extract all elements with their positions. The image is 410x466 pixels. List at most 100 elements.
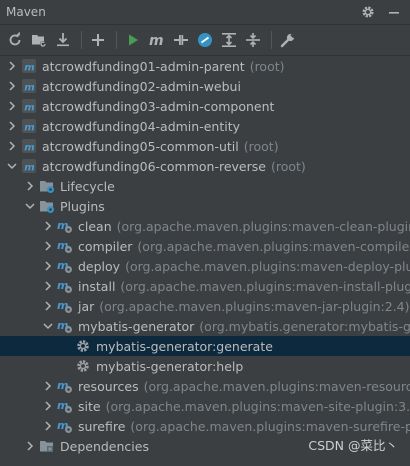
settings-gear-icon[interactable]: [360, 4, 376, 20]
svg-text:m: m: [24, 63, 34, 74]
maven-plugin-icon: m: [57, 318, 73, 334]
svg-text:m: m: [149, 33, 164, 48]
chevron-right-icon[interactable]: [24, 436, 36, 456]
tree-project-row[interactable]: m atcrowdfunding06-common-reverse (root): [0, 156, 410, 176]
maven-plugin-icon: m: [57, 218, 73, 234]
tree-goal-label: mybatis-generator:help: [96, 358, 244, 374]
tree-plugin-label: resources: [78, 378, 139, 394]
toolbar-separator: [81, 31, 82, 49]
tree-plugin-row[interactable]: m resources (org.apache.maven.plugins:ma…: [0, 376, 410, 396]
tree-plugin-row[interactable]: m site (org.apache.maven.plugins:maven-s…: [0, 396, 410, 416]
chevron-right-icon[interactable]: [6, 96, 18, 116]
maven-plugin-icon: m: [57, 418, 73, 434]
svg-text:m: m: [24, 83, 34, 94]
folder-refresh-icon[interactable]: [28, 29, 50, 51]
maven-tool-window: Maven m m atcrowdfunding01-admin-parent …: [0, 0, 410, 466]
chevron-right-icon[interactable]: [6, 136, 18, 156]
goal-gear-icon: [75, 338, 91, 354]
run-icon[interactable]: [122, 29, 144, 51]
tree-plugin-row[interactable]: m install (org.apache.maven.plugins:mave…: [0, 276, 410, 296]
maven-project-icon: m: [21, 118, 37, 134]
tree-project-row[interactable]: m atcrowdfunding01-admin-parent (root): [0, 56, 410, 76]
tree-project-label: atcrowdfunding06-common-reverse: [42, 158, 266, 174]
tree-plugin-row[interactable]: m mybatis-generator (org.mybatis.generat…: [0, 316, 410, 336]
chevron-right-icon[interactable]: [6, 76, 18, 96]
maven-project-icon: m: [21, 138, 37, 154]
minimize-icon[interactable]: [386, 4, 402, 20]
tree-goal-label: mybatis-generator:generate: [96, 338, 273, 354]
chevron-right-icon[interactable]: [42, 376, 54, 396]
chevron-right-icon[interactable]: [42, 416, 54, 436]
tree-plugin-coords: (org.apache.maven.plugins:maven-resource…: [143, 378, 410, 394]
svg-text:m: m: [24, 163, 34, 174]
tree-plugin-coords: (org.mybatis.generator:mybatis-generator…: [199, 318, 410, 334]
chevron-right-icon[interactable]: [42, 396, 54, 416]
tree-goal-row[interactable]: mybatis-generator:generate: [0, 336, 410, 356]
chevron-right-icon[interactable]: [42, 236, 54, 256]
tree-plugin-coords: (org.apache.maven.plugins:maven-clean-pl…: [116, 218, 410, 234]
reload-icon[interactable]: [4, 29, 26, 51]
tree-project-suffix: (root): [243, 138, 279, 154]
chevron-right-icon[interactable]: [6, 116, 18, 136]
svg-text:m: m: [24, 123, 34, 134]
tree-goal-row[interactable]: mybatis-generator:help: [0, 356, 410, 376]
chevron-right-icon[interactable]: [42, 276, 54, 296]
download-icon[interactable]: [52, 29, 74, 51]
tree-project-row[interactable]: m atcrowdfunding03-admin-component: [0, 96, 410, 116]
tree-plugin-label: clean: [78, 218, 112, 234]
tree-plugin-label: mybatis-generator: [78, 318, 195, 334]
tree-plugin-row[interactable]: m jar (org.apache.maven.plugins:maven-ja…: [0, 296, 410, 316]
tree-plugin-coords: (org.apache.maven.plugins:maven-jar-plug…: [99, 298, 410, 314]
settings-wrench-icon[interactable]: [277, 29, 299, 51]
chevron-down-icon[interactable]: [24, 196, 36, 216]
svg-text:m: m: [24, 143, 34, 154]
maven-plugin-icon: m: [57, 238, 73, 254]
chevron-down-icon[interactable]: [6, 156, 18, 176]
maven-projects-tree: m atcrowdfunding01-admin-parent (root) m…: [0, 56, 410, 466]
tree-plugin-row[interactable]: m clean (org.apache.maven.plugins:maven-…: [0, 216, 410, 236]
maven-toolbar: m: [0, 25, 410, 56]
chevron-right-icon[interactable]: [24, 176, 36, 196]
tree-plugin-coords: (org.apache.maven.plugins:maven-site-plu…: [105, 398, 410, 414]
tree-plugin-label: compiler: [78, 238, 133, 254]
tool-window-title: Maven: [6, 5, 46, 19]
tree-plugin-label: site: [78, 398, 101, 414]
collapse-all-icon[interactable]: [242, 29, 264, 51]
tree-project-suffix: (root): [249, 58, 285, 74]
toolbar-separator: [271, 31, 272, 49]
maven-project-icon: m: [21, 98, 37, 114]
tree-project-label: atcrowdfunding03-admin-component: [42, 98, 275, 114]
tree-project-suffix: (root): [270, 158, 306, 174]
tree-plugin-row[interactable]: m compiler (org.apache.maven.plugins:mav…: [0, 236, 410, 256]
plugins-folder-icon: [39, 198, 55, 214]
tree-project-row[interactable]: m atcrowdfunding02-admin-webui: [0, 76, 410, 96]
skip-tests-icon[interactable]: [194, 29, 216, 51]
chevron-right-icon[interactable]: [6, 56, 18, 76]
tree-plugin-label: deploy: [78, 258, 121, 274]
tree-plugin-coords: (org.apache.maven.plugins:maven-surefire…: [130, 418, 410, 434]
execute-goal-icon[interactable]: m: [146, 29, 168, 51]
tree-plugin-label: jar: [78, 298, 95, 314]
tree-plugins-row[interactable]: Plugins: [0, 196, 410, 216]
maven-project-icon: m: [21, 58, 37, 74]
toolbar-separator: [116, 31, 117, 49]
tree-project-row[interactable]: m atcrowdfunding04-admin-entity: [0, 116, 410, 136]
tree-plugins-label: Plugins: [60, 198, 105, 214]
chevron-right-icon[interactable]: [42, 216, 54, 236]
tree-plugin-label: install: [78, 278, 116, 294]
tree-plugin-row[interactable]: m deploy (org.apache.maven.plugins:maven…: [0, 256, 410, 276]
tree-lifecycle-row[interactable]: Lifecycle: [0, 176, 410, 196]
expand-all-icon[interactable]: [218, 29, 240, 51]
tree-plugin-label: surefire: [78, 418, 126, 434]
tree-project-row[interactable]: m atcrowdfunding05-common-util (root): [0, 136, 410, 156]
tree-dependencies-label: Dependencies: [60, 438, 149, 454]
tree-plugin-row[interactable]: m surefire (org.apache.maven.plugins:mav…: [0, 416, 410, 436]
maven-plugin-icon: m: [57, 278, 73, 294]
chevron-right-icon[interactable]: [42, 296, 54, 316]
tree-plugin-coords: (org.apache.maven.plugins:maven-install-…: [120, 278, 410, 294]
toggle-offline-icon[interactable]: [170, 29, 192, 51]
add-icon[interactable]: [87, 29, 109, 51]
lifecycle-folder-icon: [39, 178, 55, 194]
chevron-down-icon[interactable]: [42, 316, 54, 336]
chevron-right-icon[interactable]: [42, 256, 54, 276]
